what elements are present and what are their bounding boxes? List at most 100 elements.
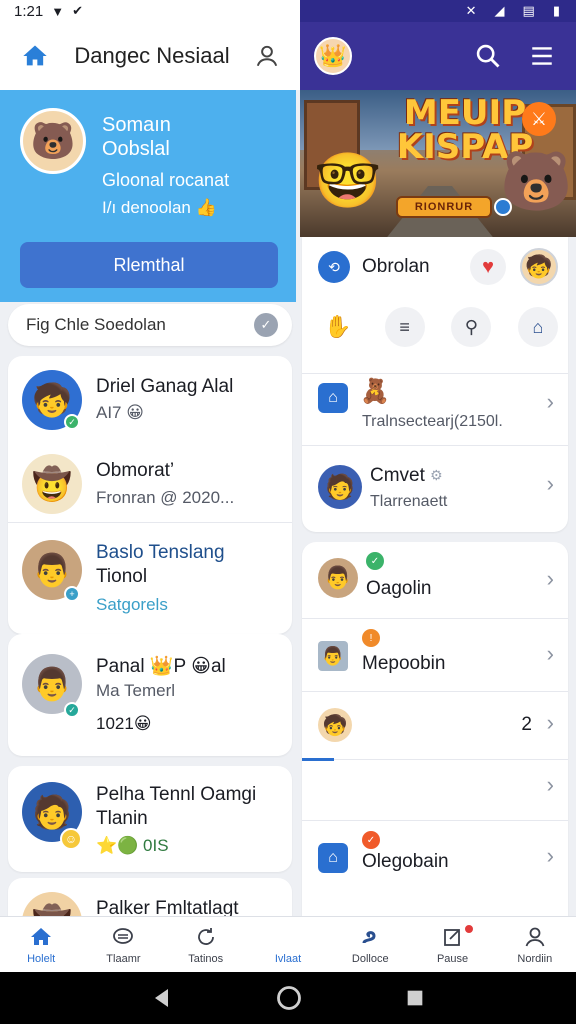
tab-profile[interactable]: Nordiin <box>494 917 576 972</box>
card-divider <box>302 373 568 374</box>
contact-item[interactable]: 🧒 ✓ Driel Ganag Alal AI7 😀 <box>8 356 292 448</box>
online-badge-icon: + <box>64 586 80 602</box>
friend-avatar[interactable]: 🧒 <box>520 248 558 286</box>
contact-row[interactable]: 🧑 Cmvet ⚙ Tlarrenaett › <box>302 447 568 527</box>
list-item[interactable]: ⌂ ✓ Olegobain › <box>302 821 568 893</box>
item-count: 2 <box>521 714 532 735</box>
contact-item[interactable]: 👨 + Baslo Tenslang Tionol Satgorels <box>8 524 292 634</box>
transaction-row[interactable]: ⌂ 🧸 Tralnsectearj(2150l. › <box>302 375 568 445</box>
banner-badge-icon: ⚔ <box>522 102 556 136</box>
hero-avatar: 🐻 <box>20 108 86 174</box>
contact-item[interactable]: 👨 ✓ Panal 👑P 😀al Ma Temerl 1021😀 <box>8 634 292 756</box>
link-icon[interactable]: ⚲ <box>451 307 492 347</box>
list-item[interactable]: 👨 ! Mepoobin › <box>302 619 568 691</box>
game-banner[interactable]: MEUIP KISPAP ⚔ 🤓 🐻 RIONRUR <box>300 90 576 237</box>
snake-icon <box>362 930 376 943</box>
banner-pill[interactable]: RIONRUR <box>396 196 492 218</box>
profile-icon <box>525 927 545 946</box>
menu-button[interactable] <box>522 36 562 76</box>
contact-card-2[interactable]: 👨 ✓ Panal 👑P 😀al Ma Temerl 1021😀 <box>8 634 292 756</box>
search-bar[interactable]: Fig Chle Soedolan ✓ <box>8 304 292 346</box>
chat-bubble-icon <box>113 927 134 944</box>
tab-active-center[interactable]: Ivlaat <box>247 917 329 972</box>
list-icon[interactable]: ≡ <box>384 307 425 347</box>
home-circle-icon[interactable] <box>275 984 303 1012</box>
contact-name-line2: Tlanin <box>96 808 148 829</box>
tab-explore[interactable]: Dolloce <box>329 917 411 972</box>
wifi-small-icon: ▤ <box>522 3 535 18</box>
check-icon[interactable]: ✓ <box>254 313 278 337</box>
signal-icon: ✔ <box>72 3 83 18</box>
contact-avatar: 🤠 <box>22 454 82 514</box>
cell-signal-icon: ◢ <box>494 3 505 18</box>
chevron-right-icon: › <box>546 772 554 797</box>
chevron-right-icon: › <box>546 471 554 496</box>
item-avatar: 👨 <box>318 641 348 671</box>
hero-action-button[interactable]: Rlemthal <box>20 242 278 288</box>
item-avatar: 👨 <box>318 558 358 598</box>
contact-avatar: 🧑 <box>318 465 362 509</box>
hand-icon[interactable]: ✋ <box>318 307 358 347</box>
list-item[interactable]: 👨 ✓ Oagolin › <box>302 542 568 618</box>
hero-line-1: Somaın <box>102 114 171 136</box>
notification-badge <box>463 923 476 935</box>
home-button[interactable] <box>18 39 52 73</box>
user-avatar[interactable]: 👑 <box>314 37 352 75</box>
chat-label: Obrolan <box>362 256 430 277</box>
profile-button[interactable] <box>252 41 282 71</box>
home-small-icon: ⌂ <box>318 843 348 873</box>
character-icon: 🧸 <box>360 378 390 405</box>
item-label: Oagolin <box>366 578 432 599</box>
tab-messages[interactable]: Tlaamr <box>82 917 164 972</box>
hero-line-4: I/ı denoolan 👍 <box>102 198 217 217</box>
tab-pause[interactable]: Pause <box>411 917 493 972</box>
hero-line-3: Gloonal rocanat <box>102 170 230 190</box>
transaction-subtitle: Tralnsectearj(2150l. <box>362 413 503 430</box>
right-list-card: 👨 ✓ Oagolin › 👨 ! Mepoobin › 🧒 2 › › ⌂ ✓… <box>302 542 568 916</box>
store-icon[interactable]: ⌂ <box>517 307 558 347</box>
tab-tasks[interactable]: Tatinos <box>165 917 247 972</box>
profile-hero: 🐻 Somaın Oobslal Gloonal rocanat I/ı den… <box>0 90 296 302</box>
home-icon <box>23 45 47 66</box>
contact-name: Cmvet <box>370 465 425 486</box>
contact-card-3[interactable]: 🧑 ☺ Pelha Tennl Oamgi Tlanin ⭐🟢 0IS <box>8 766 292 872</box>
battery-icon: ▮ <box>552 3 560 18</box>
search-button[interactable] <box>468 36 508 76</box>
chevron-right-icon: › <box>546 843 554 868</box>
contact-item[interactable]: 🧑 ☺ Pelha Tennl Oamgi Tlanin ⭐🟢 0IS <box>8 766 292 872</box>
status-bar-left: 1:21 ▼ ✔ <box>0 0 300 22</box>
back-icon[interactable] <box>150 986 174 1010</box>
tab-label: Nordiin <box>517 952 553 965</box>
search-icon <box>476 44 500 68</box>
menu-icon <box>532 47 552 65</box>
recents-icon[interactable] <box>404 987 426 1009</box>
contact-subtitle: ⭐🟢 0IS <box>96 836 169 855</box>
refresh-icon <box>197 927 214 945</box>
chevron-right-icon: › <box>546 389 554 414</box>
contact-name: Driel Ganag Alal <box>96 376 234 397</box>
wifi-icon: ▼ <box>51 3 65 19</box>
contact-name: Panal 👑P 😀al <box>96 656 226 677</box>
home-small-icon: ⌂ <box>318 383 348 413</box>
app-root: 1:21 ▼ ✔ ✕ ◢ ▤ ▮ Dangec Nesiaal 👑 🐻 Soma… <box>0 0 576 1024</box>
heart-icon[interactable]: ♥ <box>470 249 506 285</box>
search-text: Fig Chle Soedolan <box>26 315 166 334</box>
tab-label: Dolloce <box>351 952 389 965</box>
chevron-right-icon: › <box>546 641 554 666</box>
contact-item[interactable]: 🤠 Obmorat’ Fronran @ 2020... <box>8 448 292 524</box>
chat-header-row[interactable]: ⟲ Obrolan ♥ 🧒 <box>302 247 568 287</box>
system-navigation <box>0 972 576 1024</box>
tab-label: Ivlaat <box>274 952 302 965</box>
list-item[interactable]: 🧒 2 › <box>302 692 568 760</box>
tab-label: Tlaamr <box>106 952 141 965</box>
status-time: 1:21 <box>14 2 44 20</box>
tab-label: Pause <box>436 952 469 965</box>
tab-label: Tatinos <box>188 952 224 965</box>
tab-home[interactable]: Holelt <box>0 917 82 972</box>
list-item[interactable]: › <box>302 760 568 820</box>
hero-line-2: Oobslal <box>102 138 170 160</box>
item-label: Mepoobin <box>362 653 446 674</box>
contact-count: 1021😀 <box>96 714 152 733</box>
chat-icon: ⟲ <box>318 251 350 283</box>
contact-subtitle: AI7 😀 <box>96 403 144 422</box>
